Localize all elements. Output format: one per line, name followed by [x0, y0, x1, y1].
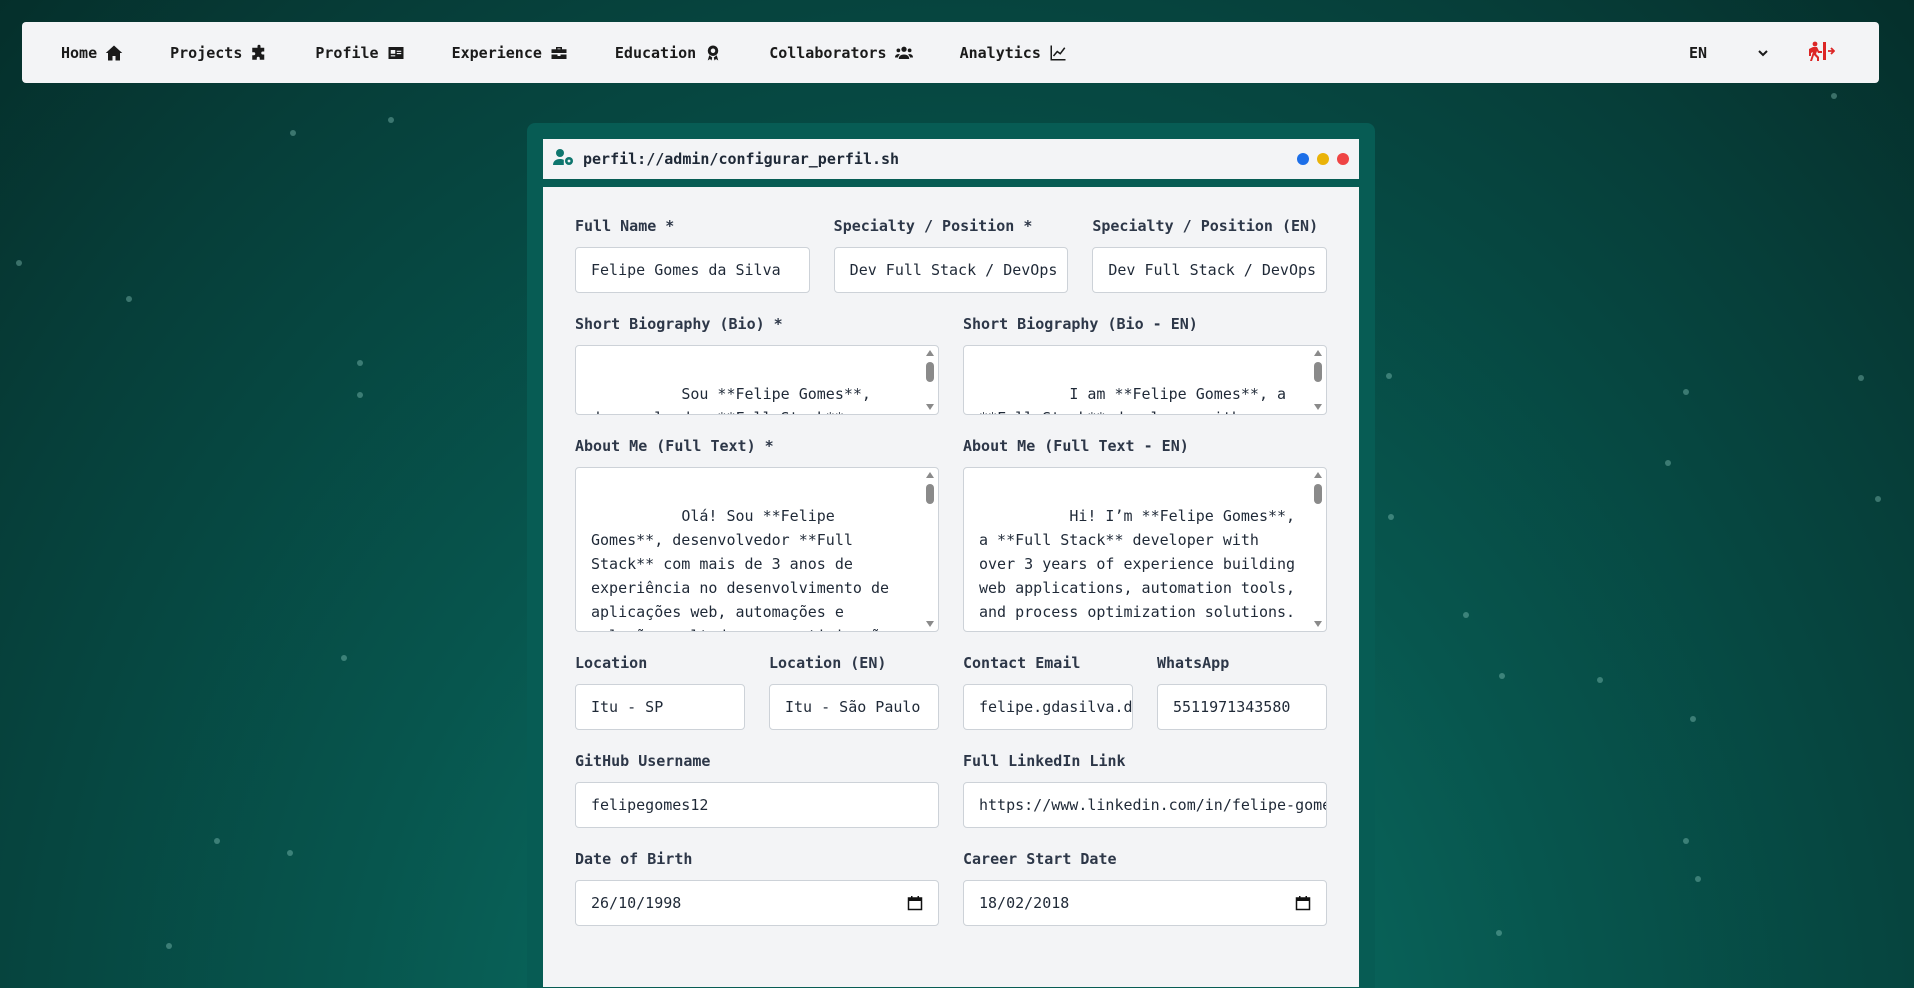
- about-text: Olá! Sou **Felipe Gomes**, desenvolvedor…: [591, 507, 890, 631]
- bio-text: Sou **Felipe Gomes**, desenvolvedor **Fu…: [591, 385, 880, 414]
- profile-config-window: perfil://admin/configurar_perfil.sh Full…: [527, 123, 1375, 988]
- email-label: Contact Email: [963, 654, 1081, 672]
- logout-button[interactable]: [1809, 40, 1836, 66]
- specialty-en-label: Specialty / Position (EN): [1092, 217, 1319, 235]
- about-en-text: Hi! I’m **Felipe Gomes**, a **Full Stack…: [979, 507, 1296, 621]
- bio-en-label: Short Biography (Bio - EN): [963, 315, 1198, 333]
- location-label: Location: [575, 654, 648, 672]
- nav-projects[interactable]: Projects: [170, 44, 268, 62]
- nav-analytics-label: Analytics: [959, 43, 1041, 62]
- location-input[interactable]: Itu - SP: [575, 684, 745, 730]
- briefcase-icon: [551, 46, 567, 59]
- full-name-label: Full Name *: [575, 217, 675, 235]
- top-navbar: Home Projects Profile Experience Educati…: [22, 22, 1879, 83]
- specialty-en-input[interactable]: Dev Full Stack / DevOps: [1092, 247, 1328, 293]
- career-start-label: Career Start Date: [963, 850, 1117, 868]
- nav-experience[interactable]: Experience: [452, 44, 568, 62]
- nav-home[interactable]: Home: [61, 44, 123, 62]
- nav-projects-label: Projects: [170, 43, 243, 62]
- nav-collaborators-label: Collaborators: [769, 43, 887, 62]
- window-title: perfil://admin/configurar_perfil.sh: [583, 150, 900, 168]
- nav-profile-label: Profile: [315, 43, 379, 62]
- nav-analytics[interactable]: Analytics: [960, 44, 1067, 62]
- award-icon: [707, 45, 719, 60]
- window-dot-yellow[interactable]: [1317, 153, 1329, 165]
- nav-collaborators[interactable]: Collaborators: [769, 43, 913, 62]
- career-start-input[interactable]: 18/02/2018: [963, 880, 1327, 926]
- logout-icon: [1809, 41, 1836, 61]
- chevron-down-icon: [1758, 49, 1768, 56]
- about-scrollbar[interactable]: [924, 470, 936, 629]
- location-en-input[interactable]: Itu - São Paulo: [769, 684, 939, 730]
- bio-scrollbar[interactable]: [924, 348, 936, 412]
- calendar-icon[interactable]: [1295, 895, 1311, 911]
- bio-label: Short Biography (Bio) *: [575, 315, 783, 333]
- profile-form: Full Name * Felipe Gomes da Silva Specia…: [543, 187, 1359, 987]
- github-label: GitHub Username: [575, 752, 711, 770]
- nav-home-label: Home: [61, 43, 98, 62]
- location-en-label: Location (EN): [769, 654, 887, 672]
- birth-date-input[interactable]: 26/10/1998: [575, 880, 939, 926]
- window-controls: [1297, 153, 1349, 165]
- linkedin-label: Full LinkedIn Link: [963, 752, 1126, 770]
- about-label: About Me (Full Text) *: [575, 437, 774, 455]
- about-en-scrollbar[interactable]: [1312, 470, 1324, 629]
- about-en-textarea[interactable]: Hi! I’m **Felipe Gomes**, a **Full Stack…: [963, 467, 1327, 632]
- bio-textarea[interactable]: Sou **Felipe Gomes**, desenvolvedor **Fu…: [575, 345, 939, 415]
- full-name-input[interactable]: Felipe Gomes da Silva: [575, 247, 810, 293]
- nav-experience-label: Experience: [451, 43, 542, 62]
- window-titlebar: perfil://admin/configurar_perfil.sh: [543, 139, 1359, 187]
- language-select[interactable]: EN: [1689, 44, 1769, 62]
- calendar-icon[interactable]: [907, 895, 923, 911]
- window-dot-red[interactable]: [1337, 153, 1349, 165]
- email-input[interactable]: felipe.gdasilva.dev@gmail.com: [963, 684, 1133, 730]
- nav-education-label: Education: [614, 43, 697, 62]
- users-icon: [894, 46, 913, 59]
- specialty-label: Specialty / Position *: [833, 217, 1033, 235]
- chart-line-icon: [1050, 45, 1066, 60]
- id-card-icon: [388, 46, 404, 59]
- bio-en-textarea[interactable]: I am **Felipe Gomes**, a **Full Stack** …: [963, 345, 1327, 415]
- career-start-value: 18/02/2018: [979, 894, 1070, 912]
- language-value: EN: [1689, 43, 1708, 62]
- about-en-label: About Me (Full Text - EN): [963, 437, 1189, 455]
- linkedin-input[interactable]: https://www.linkedin.com/in/felipe-gomes: [963, 782, 1327, 828]
- bio-en-scrollbar[interactable]: [1312, 348, 1324, 412]
- birth-date-label: Date of Birth: [575, 850, 693, 868]
- home-icon: [105, 45, 123, 60]
- whatsapp-input[interactable]: 5511971343580: [1157, 684, 1327, 730]
- about-textarea[interactable]: Olá! Sou **Felipe Gomes**, desenvolvedor…: [575, 467, 939, 632]
- window-dot-blue[interactable]: [1297, 153, 1309, 165]
- birth-date-value: 26/10/1998: [591, 894, 682, 912]
- nav-profile[interactable]: Profile: [315, 44, 404, 62]
- github-input[interactable]: felipegomes12: [575, 782, 939, 828]
- bio-en-text: I am **Felipe Gomes**, a **Full Stack** …: [979, 385, 1287, 414]
- puzzle-icon: [252, 44, 265, 60]
- user-gear-icon: [553, 149, 573, 165]
- whatsapp-label: WhatsApp: [1157, 654, 1230, 672]
- specialty-input[interactable]: Dev Full Stack / DevOps: [833, 247, 1069, 293]
- nav-education[interactable]: Education: [615, 44, 722, 62]
